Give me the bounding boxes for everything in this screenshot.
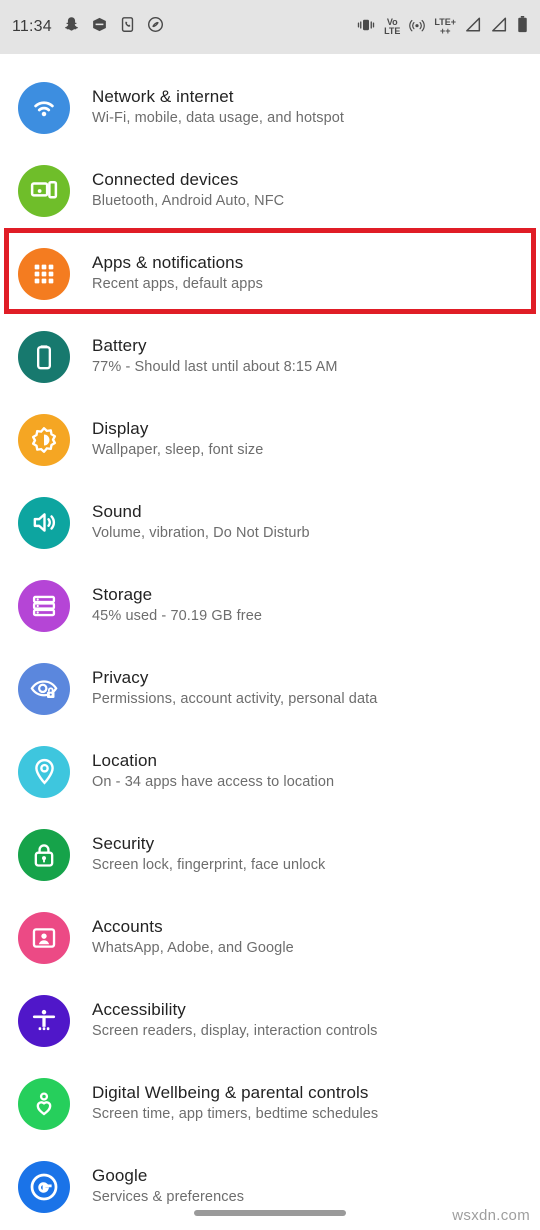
volte-icon: Vo LTE <box>384 17 401 36</box>
status-bar-right: Vo LTE LTE+ ++ <box>357 16 528 38</box>
row-subtitle: Permissions, account activity, personal … <box>92 691 378 708</box>
row-text: Privacy Permissions, account activity, p… <box>92 667 377 710</box>
row-subtitle: WhatsApp, Adobe, and Google <box>92 940 294 957</box>
row-text: Digital Wellbeing & parental controls Sc… <box>92 1082 378 1125</box>
setting-location[interactable]: Location On - 34 apps have access to loc… <box>0 730 540 813</box>
status-bar: 11:34 Vo LTE LTE+ ++ <box>0 0 540 54</box>
row-title: Network & internet <box>92 87 234 107</box>
setting-accessibility[interactable]: Accessibility Screen readers, display, i… <box>0 979 540 1062</box>
row-subtitle: Recent apps, default apps <box>92 276 263 293</box>
row-subtitle: Wi-Fi, mobile, data usage, and hotspot <box>92 110 345 127</box>
row-text: Location On - 34 apps have access to loc… <box>92 750 334 793</box>
signal-sim2-icon <box>491 17 508 37</box>
setting-privacy[interactable]: Privacy Permissions, account activity, p… <box>0 647 540 730</box>
row-text: Sound Volume, vibration, Do Not Disturb <box>92 501 310 544</box>
row-title: Connected devices <box>92 170 239 190</box>
hexagon-app-icon <box>91 16 108 38</box>
row-text: Storage 45% used - 70.19 GB free <box>92 584 262 627</box>
battery-icon <box>18 330 70 383</box>
row-text: Battery 77% - Should last until about 8:… <box>92 335 338 378</box>
battery-icon <box>517 16 528 38</box>
row-title: Battery <box>92 336 147 356</box>
row-subtitle: Screen lock, fingerprint, face unlock <box>92 857 326 874</box>
volume-icon <box>18 496 70 549</box>
setting-network-internet[interactable]: Network & internet Wi-Fi, mobile, data u… <box>0 66 540 149</box>
row-text: Google Services & preferences <box>92 1165 244 1208</box>
vibrate-icon <box>357 18 375 37</box>
account-card-icon <box>18 911 70 964</box>
accessibility-icon <box>18 994 70 1047</box>
wifi-icon <box>18 81 70 134</box>
setting-sound[interactable]: Sound Volume, vibration, Do Not Disturb <box>0 481 540 564</box>
row-text: Connected devices Bluetooth, Android Aut… <box>92 169 284 212</box>
setting-security[interactable]: Security Screen lock, fingerprint, face … <box>0 813 540 896</box>
row-text: Security Screen lock, fingerprint, face … <box>92 833 325 876</box>
setting-storage[interactable]: Storage 45% used - 70.19 GB free <box>0 564 540 647</box>
row-title: Google <box>92 1166 148 1186</box>
android-settings-screen: 11:34 Vo LTE LTE+ ++ Network & internet … <box>0 0 540 1230</box>
shazam-icon <box>147 16 164 38</box>
row-subtitle: Wallpaper, sleep, font size <box>92 442 264 459</box>
settings-list: Network & internet Wi-Fi, mobile, data u… <box>0 54 540 1228</box>
row-subtitle: On - 34 apps have access to location <box>92 774 335 791</box>
lock-icon <box>18 828 70 881</box>
setting-apps-notifications[interactable]: Apps & notifications Recent apps, defaul… <box>0 232 540 315</box>
row-subtitle: 45% used - 70.19 GB free <box>92 608 263 625</box>
row-title: Accounts <box>92 917 163 937</box>
lte-plus-icon: LTE+ ++ <box>434 17 456 36</box>
setting-connected-devices[interactable]: Connected devices Bluetooth, Android Aut… <box>0 149 540 232</box>
row-title: Accessibility <box>92 1000 186 1020</box>
row-subtitle: Volume, vibration, Do Not Disturb <box>92 525 310 542</box>
privacy-eye-lock-icon <box>18 662 70 715</box>
google-g-icon <box>18 1160 70 1213</box>
apps-grid-icon <box>18 247 70 300</box>
row-subtitle: 77% - Should last until about 8:15 AM <box>92 359 338 376</box>
setting-digital-wellbeing[interactable]: Digital Wellbeing & parental controls Sc… <box>0 1062 540 1145</box>
row-text: Accounts WhatsApp, Adobe, and Google <box>92 916 294 959</box>
row-title: Security <box>92 834 155 854</box>
wellbeing-heart-icon <box>18 1077 70 1130</box>
row-title: Display <box>92 419 149 439</box>
signal-sim1-icon <box>465 17 482 37</box>
row-title: Apps & notifications <box>92 253 244 273</box>
row-subtitle: Bluetooth, Android Auto, NFC <box>92 193 285 210</box>
row-title: Location <box>92 751 158 771</box>
row-title: Privacy <box>92 668 149 688</box>
phone-app-icon <box>119 16 136 38</box>
row-subtitle: Screen readers, display, interaction con… <box>92 1023 378 1040</box>
row-title: Digital Wellbeing & parental controls <box>92 1083 369 1103</box>
row-subtitle: Services & preferences <box>92 1189 245 1206</box>
row-text: Display Wallpaper, sleep, font size <box>92 418 263 461</box>
location-pin-icon <box>18 745 70 798</box>
setting-display[interactable]: Display Wallpaper, sleep, font size <box>0 398 540 481</box>
storage-icon <box>18 579 70 632</box>
snapchat-icon <box>63 16 80 38</box>
home-gesture-bar[interactable] <box>194 1210 346 1216</box>
hotspot-icon <box>409 17 426 38</box>
setting-accounts[interactable]: Accounts WhatsApp, Adobe, and Google <box>0 896 540 979</box>
row-text: Apps & notifications Recent apps, defaul… <box>92 252 263 295</box>
status-bar-left: 11:34 <box>12 16 164 38</box>
setting-battery[interactable]: Battery 77% - Should last until about 8:… <box>0 315 540 398</box>
row-text: Network & internet Wi-Fi, mobile, data u… <box>92 86 344 129</box>
row-subtitle: Screen time, app timers, bedtime schedul… <box>92 1106 379 1123</box>
row-title: Storage <box>92 585 153 605</box>
connected-devices-icon <box>18 164 70 217</box>
brightness-icon <box>18 413 70 466</box>
status-bar-clock: 11:34 <box>12 18 52 35</box>
row-text: Accessibility Screen readers, display, i… <box>92 999 378 1042</box>
watermark: wsxdn.com <box>452 1207 530 1224</box>
row-title: Sound <box>92 502 142 522</box>
